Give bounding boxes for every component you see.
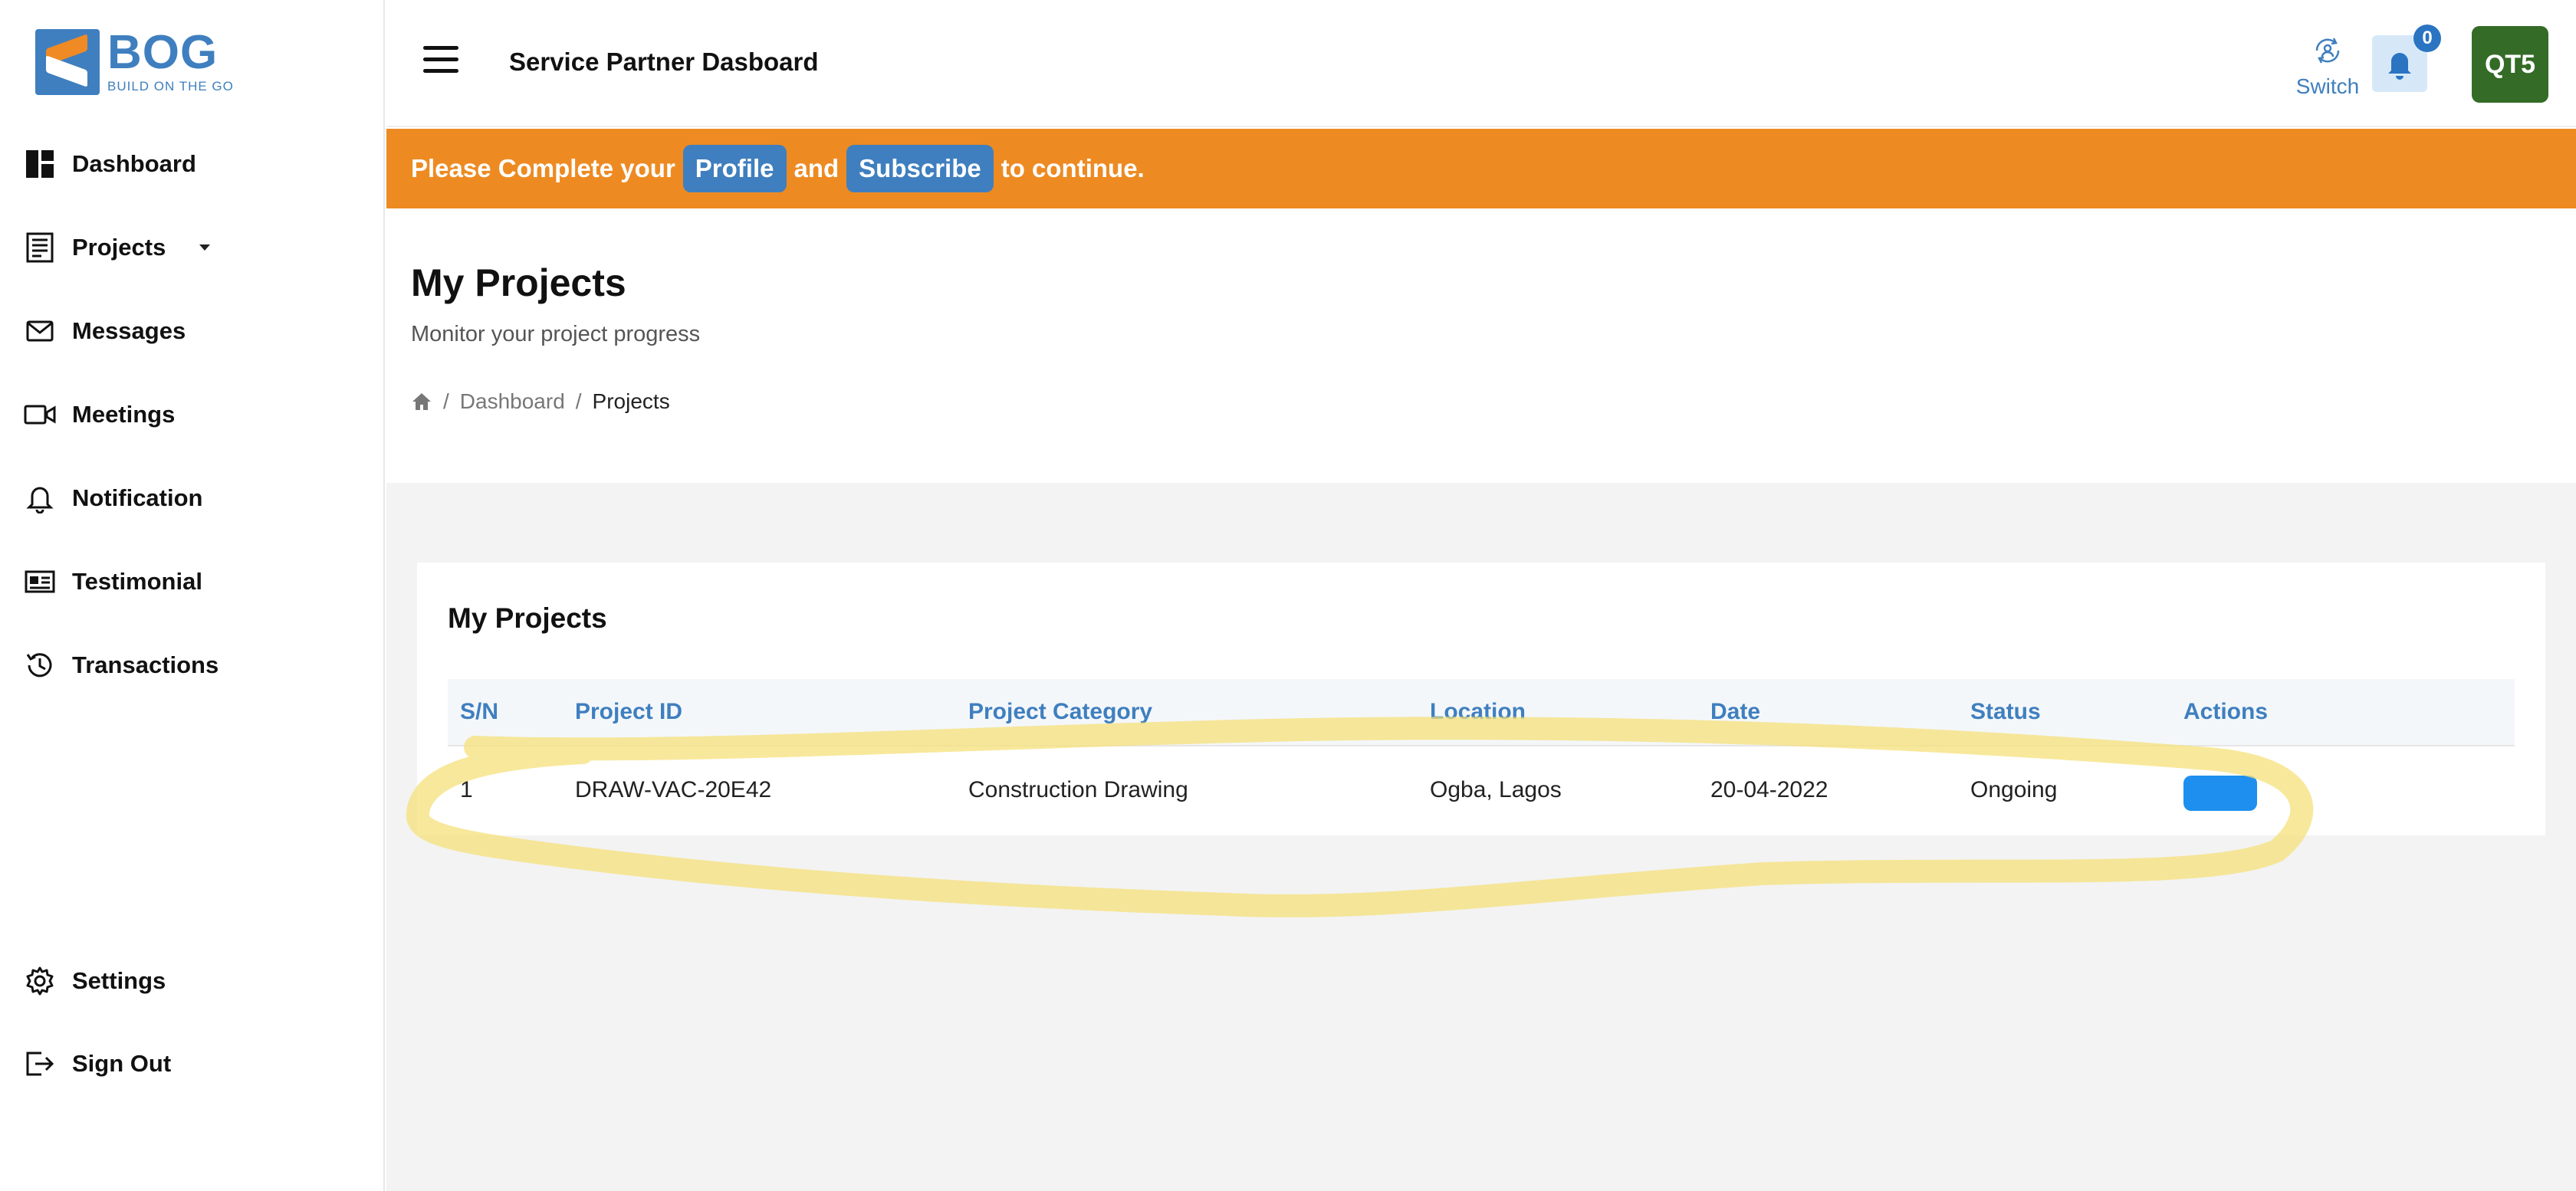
gear-icon bbox=[23, 964, 57, 998]
notification-count-badge: 0 bbox=[2413, 25, 2441, 52]
sidebar-item-label: Messages bbox=[72, 317, 186, 344]
projects-table: S/N Project ID Project Category Location… bbox=[448, 679, 2515, 832]
sign-out-icon bbox=[23, 1047, 57, 1081]
logo[interactable]: BOG BUILD ON THE GO bbox=[35, 29, 234, 95]
switch-button[interactable]: Switch bbox=[2289, 34, 2366, 99]
column-header[interactable]: S/N bbox=[460, 699, 498, 725]
video-icon bbox=[23, 398, 57, 431]
cell-status: Ongoing bbox=[1970, 777, 2058, 802]
switch-icon bbox=[2315, 38, 2340, 64]
cell-date: 20-04-2022 bbox=[1710, 777, 1829, 802]
cell-category: Construction Drawing bbox=[968, 777, 1188, 802]
profile-button[interactable]: Profile bbox=[682, 145, 787, 192]
sidebar-item-sign-out[interactable]: Sign Out bbox=[23, 1041, 171, 1087]
column-header: Actions bbox=[2183, 699, 2269, 724]
sidebar-item-transactions[interactable]: Transactions bbox=[23, 642, 219, 688]
sidebar-item-label: Notification bbox=[72, 484, 203, 511]
column-header[interactable]: Date bbox=[1710, 699, 1760, 725]
page-title: My Projects bbox=[411, 261, 626, 304]
breadcrumb-separator: / bbox=[443, 389, 449, 413]
card-title: My Projects bbox=[448, 602, 607, 634]
banner-prefix: Please Complete your bbox=[411, 154, 675, 182]
sidebar-item-label: Meetings bbox=[72, 401, 176, 428]
home-icon[interactable] bbox=[411, 392, 432, 412]
projects-icon bbox=[23, 231, 57, 264]
column-header[interactable]: Status bbox=[1970, 699, 2041, 725]
history-icon bbox=[23, 648, 57, 682]
switch-label: Switch bbox=[2295, 74, 2360, 98]
breadcrumb-separator: / bbox=[575, 389, 582, 413]
logo-mark-icon bbox=[35, 29, 100, 95]
row-action-button[interactable] bbox=[2183, 776, 2257, 811]
complete-profile-banner: Please Complete your Profile and Subscri… bbox=[386, 129, 2576, 208]
sidebar-item-projects[interactable]: Projects bbox=[23, 225, 211, 271]
projects-card: My Projects S/N Project ID Project Categ… bbox=[417, 563, 2545, 835]
sidebar-item-messages[interactable]: Messages bbox=[23, 308, 186, 354]
page-header: My Projects Monitor your project progres… bbox=[386, 208, 2576, 483]
cell-sn: 1 bbox=[460, 777, 473, 802]
breadcrumb: / Dashboard / Projects bbox=[411, 389, 670, 414]
top-header: Service Partner Dasboard Switch 0 QT5 bbox=[386, 0, 2576, 127]
column-header[interactable]: Project ID bbox=[575, 699, 682, 725]
sidebar-item-label: Sign Out bbox=[72, 1050, 172, 1077]
column-header[interactable]: Project Category bbox=[968, 699, 1152, 725]
sidebar-item-meetings[interactable]: Meetings bbox=[23, 392, 175, 438]
logo-title: BOG bbox=[107, 26, 219, 79]
avatar[interactable]: QT5 bbox=[2472, 26, 2548, 103]
banner-suffix: to continue. bbox=[1001, 154, 1145, 182]
sidebar-item-notification[interactable]: Notification bbox=[23, 475, 203, 521]
table-header: S/N Project ID Project Category Location… bbox=[448, 679, 2515, 746]
bell-icon bbox=[23, 481, 57, 515]
sidebar-item-settings[interactable]: Settings bbox=[23, 958, 166, 1004]
menu-icon[interactable] bbox=[423, 46, 458, 75]
banner-conjunction: and bbox=[794, 154, 840, 182]
table-row[interactable]: 1 DRAW-VAC-20E42 Construction Drawing Og… bbox=[448, 746, 2515, 832]
sidebar-item-label: Projects bbox=[72, 234, 166, 261]
logo-tagline: BUILD ON THE GO bbox=[107, 79, 234, 94]
sidebar-item-testimonial[interactable]: Testimonial bbox=[23, 559, 202, 605]
sidebar-item-label: Transactions bbox=[72, 651, 219, 678]
dashboard-icon bbox=[23, 147, 57, 181]
cell-location: Ogba, Lagos bbox=[1430, 777, 1562, 802]
breadcrumb-current: Projects bbox=[592, 389, 670, 413]
column-header[interactable]: Location bbox=[1430, 699, 1526, 725]
page-subtitle: Monitor your project progress bbox=[411, 322, 701, 346]
header-title: Service Partner Dasboard bbox=[509, 48, 819, 76]
sidebar-item-dashboard[interactable]: Dashboard bbox=[23, 141, 196, 187]
sidebar-item-label: Dashboard bbox=[72, 150, 196, 177]
bell-icon bbox=[2388, 53, 2411, 80]
chevron-down-icon[interactable] bbox=[199, 244, 211, 251]
cell-project-id: DRAW-VAC-20E42 bbox=[575, 777, 772, 802]
testimonial-icon bbox=[23, 565, 57, 599]
subscribe-button[interactable]: Subscribe bbox=[846, 145, 994, 192]
sidebar-item-label: Settings bbox=[72, 967, 166, 994]
sidebar: BOG BUILD ON THE GO Dashboard Projects M… bbox=[0, 0, 385, 1191]
breadcrumb-dashboard[interactable]: Dashboard bbox=[460, 389, 565, 414]
sidebar-item-label: Testimonial bbox=[72, 568, 202, 595]
main-content: My Projects S/N Project ID Project Categ… bbox=[386, 483, 2576, 1191]
mail-icon bbox=[23, 314, 57, 348]
